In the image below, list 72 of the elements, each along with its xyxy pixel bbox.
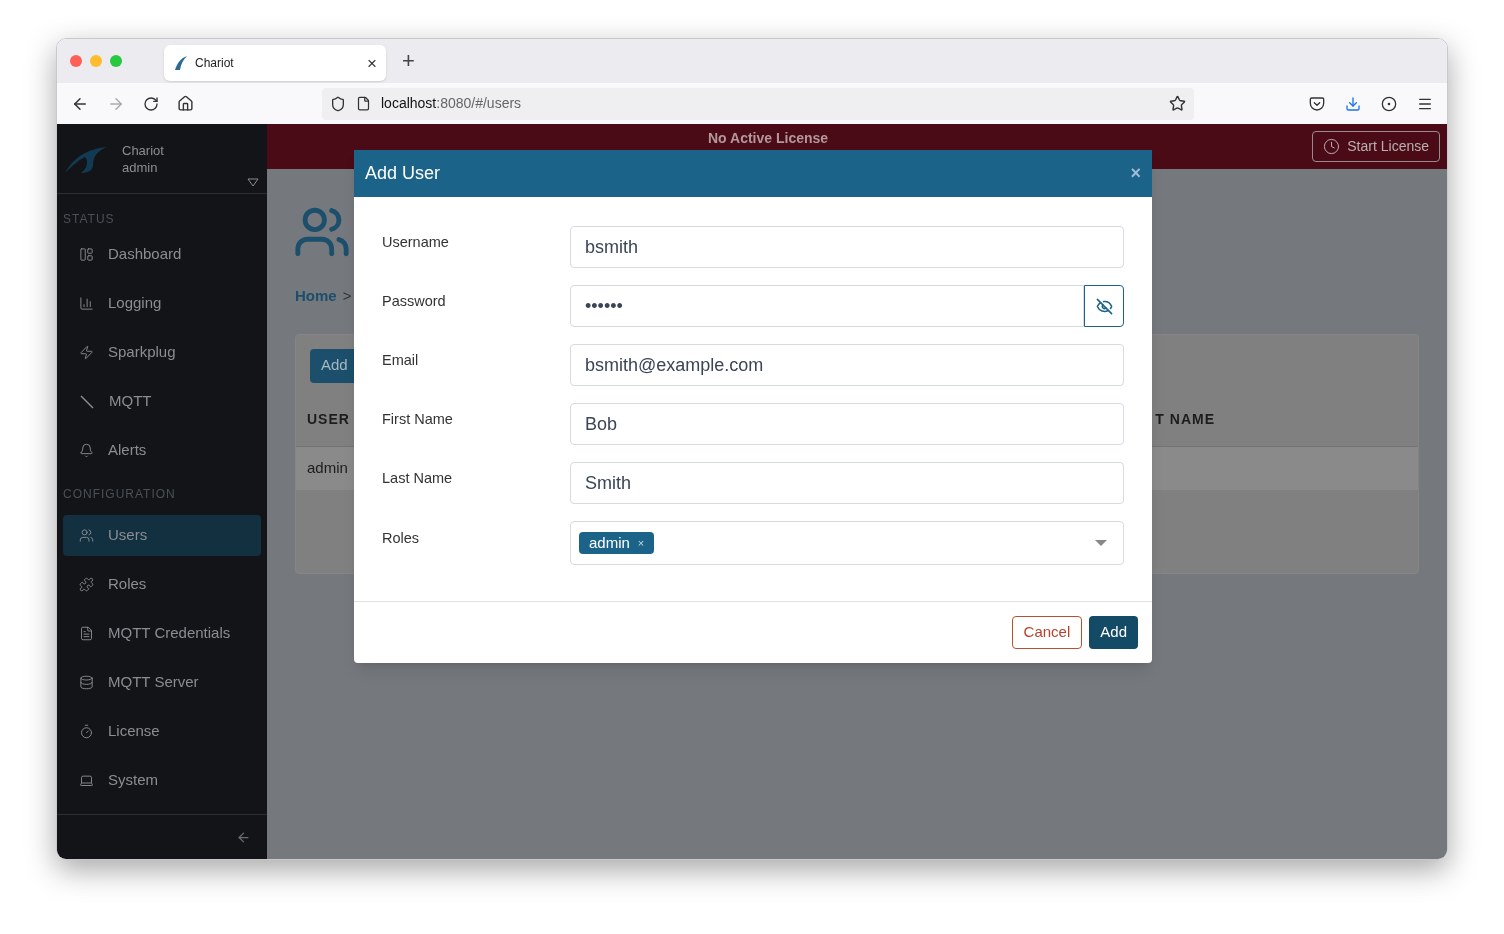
line-icon [79, 393, 95, 410]
text-field[interactable]: bsmith@example.com [570, 344, 1124, 386]
extension-icon[interactable] [1381, 95, 1397, 112]
section-heading: STATUS [62, 211, 116, 228]
reload-icon[interactable] [143, 95, 159, 112]
database-icon [79, 675, 94, 690]
laptop-icon [79, 773, 94, 788]
field-label: Password [382, 292, 447, 312]
toggle-visibility-button[interactable] [1084, 285, 1124, 327]
text-field[interactable]: bsmith [570, 226, 1124, 268]
dialog-title: Add User [365, 162, 442, 185]
document-icon [79, 626, 94, 641]
text-field[interactable]: Smith [570, 462, 1124, 504]
close-window-button[interactable] [70, 55, 82, 67]
nav-item[interactable]: System [63, 760, 261, 801]
browser-tab[interactable]: Chariot × [164, 45, 386, 81]
bell-icon [79, 443, 94, 458]
dropdown-triangle-icon[interactable] [247, 178, 259, 187]
tab-title: Chariot [195, 55, 235, 72]
close-tab-button[interactable]: × [367, 54, 377, 72]
text-field[interactable]: Bob [570, 403, 1124, 445]
pocket-icon[interactable] [1309, 95, 1325, 112]
url-text: localhost:8080/#/users [381, 94, 523, 113]
nav-item[interactable]: License [63, 711, 261, 752]
field-label: Email [382, 351, 420, 371]
column-header: T NAME [1155, 409, 1215, 429]
nav-item[interactable]: MQTT [63, 381, 261, 422]
nav-item[interactable]: Logging [63, 283, 261, 324]
close-dialog-button[interactable]: × [1130, 160, 1141, 187]
field-label: Last Name [382, 469, 454, 489]
field-label: Roles [382, 529, 421, 549]
nav-item[interactable]: Sparkplug [63, 332, 261, 373]
tag-label: admin [589, 532, 630, 553]
dropdown-caret-icon [1095, 539, 1107, 547]
shield-icon [330, 95, 346, 112]
field-label: First Name [382, 410, 454, 430]
nav-item[interactable]: MQTT Server [63, 662, 261, 703]
page-icon [356, 96, 371, 111]
brand-name: Chariot [122, 141, 164, 159]
address-bar[interactable]: localhost:8080/#/users [322, 87, 1194, 120]
start-license-button[interactable]: Start License [1312, 131, 1440, 162]
eye-off-icon [1095, 297, 1113, 315]
home-icon[interactable] [177, 95, 194, 112]
cancel-button[interactable]: Cancel [1011, 616, 1083, 649]
new-tab-button[interactable]: + [402, 50, 415, 72]
column-header: USER [307, 409, 350, 429]
users-icon [79, 528, 94, 543]
bar-chart-icon [79, 296, 94, 311]
remove-tag-button[interactable]: × [637, 534, 645, 552]
section-heading: CONFIGURATION [62, 486, 177, 503]
roles-select[interactable]: admin × [570, 521, 1124, 565]
puzzle-icon [79, 577, 94, 592]
stopwatch-icon [79, 724, 94, 739]
nav-item[interactable]: Roles [63, 564, 261, 605]
dashboard-icon [79, 247, 94, 262]
download-icon[interactable] [1345, 95, 1361, 112]
nav-item[interactable]: Alerts [63, 430, 261, 471]
bookmark-star-icon[interactable] [1169, 95, 1186, 112]
nav-item[interactable]: MQTT Credentials [63, 613, 261, 654]
clock-icon [1323, 138, 1341, 155]
nav-item[interactable]: Dashboard [63, 234, 261, 275]
nav-item[interactable]: Users [63, 515, 261, 556]
table-cell-text: admin [307, 457, 348, 478]
user-name: admin [122, 158, 159, 176]
lightning-icon [79, 345, 94, 360]
logo-icon [173, 55, 189, 71]
field-label: Username [382, 233, 450, 253]
password-field[interactable]: •••••• [570, 285, 1084, 327]
breadcrumb-separator: > [342, 286, 352, 306]
banner-text: No Active License [708, 130, 829, 146]
add-button[interactable]: Add [1089, 616, 1138, 649]
collapse-sidebar-icon[interactable] [236, 829, 251, 845]
